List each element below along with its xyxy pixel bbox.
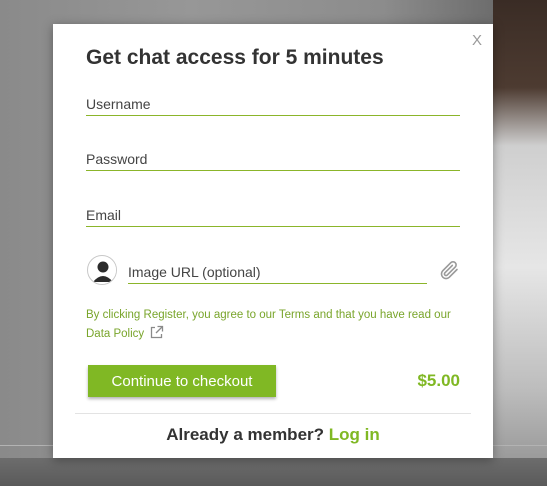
terms-text: By clicking Register, you agree to our T… <box>86 309 451 340</box>
email-field <box>86 197 460 227</box>
login-prompt: Already a member? Log in <box>53 425 493 445</box>
external-link-icon[interactable] <box>149 325 164 347</box>
signup-modal: X Get chat access for 5 minutes By click… <box>53 24 493 458</box>
user-avatar-icon <box>87 255 117 285</box>
terms-notice: By clicking Register, you agree to our T… <box>86 306 466 347</box>
password-input[interactable] <box>86 141 460 170</box>
username-field <box>86 86 460 116</box>
username-input[interactable] <box>86 86 460 115</box>
modal-title: Get chat access for 5 minutes <box>86 46 384 69</box>
paperclip-icon[interactable] <box>438 258 462 282</box>
continue-to-checkout-button[interactable]: Continue to checkout <box>88 365 276 397</box>
image-url-input[interactable] <box>128 254 427 283</box>
email-input[interactable] <box>86 197 460 226</box>
background-bottom-band <box>0 458 547 486</box>
footer-divider <box>75 413 471 414</box>
password-field <box>86 141 460 171</box>
background-photo <box>493 0 547 486</box>
login-link[interactable]: Log in <box>329 425 380 444</box>
close-button[interactable]: X <box>472 33 482 48</box>
already-member-text: Already a member? <box>166 425 325 444</box>
image-url-field <box>128 254 427 284</box>
price-label: $5.00 <box>417 371 460 390</box>
